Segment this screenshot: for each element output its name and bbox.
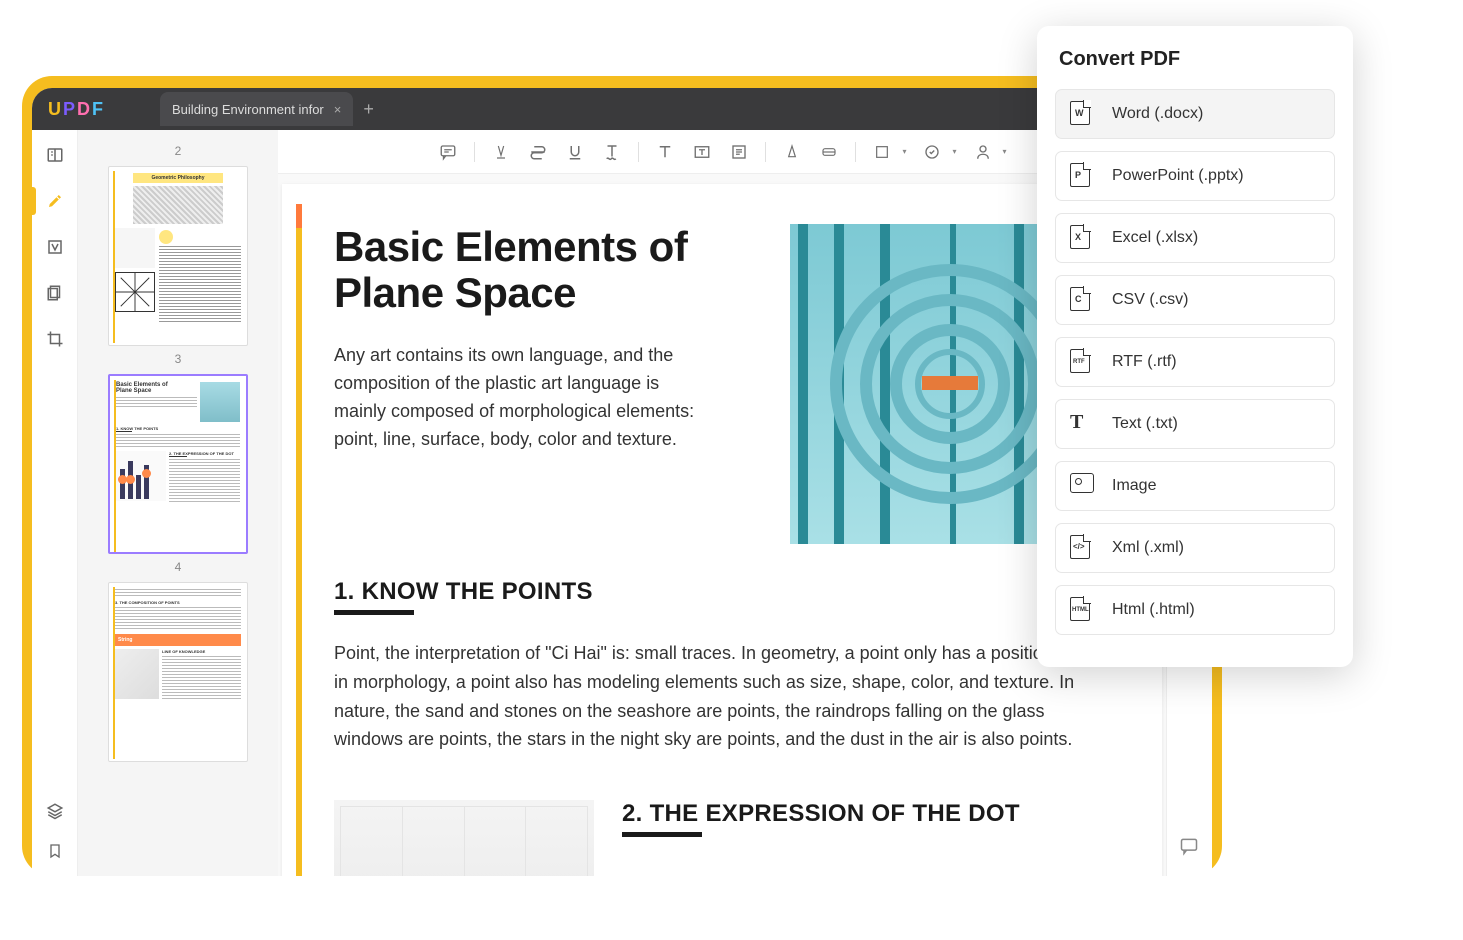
section-heading-2: 2. THE EXPRESSION OF THE DOT — [622, 800, 1110, 828]
convert-label-word: Word (.docx) — [1112, 105, 1203, 123]
signature-icon[interactable] — [972, 141, 994, 163]
document-view: ▾ ▾ ▾ Basic Elements of Plane Space Any … — [278, 130, 1166, 876]
thumbnail-panel[interactable]: 2 Geometric Philosophy — [78, 130, 278, 876]
comment-icon[interactable] — [437, 141, 459, 163]
thumbnail-page-3[interactable]: Basic Elements of Plane Space 1. KNOW TH… — [108, 374, 248, 554]
logo-d: D — [77, 99, 91, 120]
layers-icon[interactable] — [44, 800, 66, 822]
stamp-icon[interactable] — [921, 141, 943, 163]
thumbnail-page-2[interactable]: Geometric Philosophy — [108, 166, 248, 346]
convert-option-excel[interactable]: X Excel (.xlsx) — [1055, 213, 1335, 263]
edit-tool-icon[interactable] — [44, 236, 66, 258]
new-tab-button[interactable]: + — [363, 99, 374, 120]
xml-file-icon: </> — [1070, 535, 1094, 561]
section-heading-1: 1. KNOW THE POINTS — [334, 578, 1110, 606]
html-file-icon: HTML — [1070, 597, 1094, 623]
word-file-icon: W — [1070, 101, 1094, 127]
convert-pdf-panel: Convert PDF W Word (.docx) P PowerPoint … — [1037, 26, 1353, 667]
highlight-tool-icon[interactable] — [44, 190, 66, 212]
thumb3-title-b: Plane Space — [116, 388, 197, 394]
app-logo[interactable]: U P D F — [42, 99, 104, 120]
convert-option-xml[interactable]: </> Xml (.xml) — [1055, 523, 1335, 573]
pages-tool-icon[interactable] — [44, 282, 66, 304]
page-scroll[interactable]: Basic Elements of Plane Space Any art co… — [278, 174, 1166, 876]
convert-label-powerpoint: PowerPoint (.pptx) — [1112, 167, 1244, 185]
app-window: U P D F Building Environment infor × + — [32, 88, 1212, 876]
page-number-4: 4 — [78, 560, 278, 574]
document-tab[interactable]: Building Environment infor × — [160, 92, 353, 126]
shape-icon[interactable] — [871, 141, 893, 163]
convert-label-image: Image — [1112, 477, 1156, 495]
csv-file-icon: C — [1070, 287, 1094, 313]
page-number-2: 2 — [78, 144, 278, 158]
convert-label-xml: Xml (.xml) — [1112, 539, 1184, 557]
powerpoint-file-icon: P — [1070, 163, 1094, 189]
convert-label-html: Html (.html) — [1112, 601, 1195, 619]
convert-label-csv: CSV (.csv) — [1112, 291, 1188, 309]
chat-icon[interactable] — [1179, 836, 1201, 858]
convert-option-text[interactable]: T Text (.txt) — [1055, 399, 1335, 449]
main-area: 2 Geometric Philosophy — [32, 130, 1212, 876]
shape-dropdown-icon[interactable]: ▾ — [902, 147, 906, 156]
annotation-toolbar: ▾ ▾ ▾ — [278, 130, 1166, 174]
section-2-image — [334, 800, 594, 876]
thumb4-string: String — [115, 634, 241, 646]
convert-option-rtf[interactable]: RTF RTF (.rtf) — [1055, 337, 1335, 387]
signature-dropdown-icon[interactable]: ▾ — [1003, 147, 1007, 156]
convert-option-word[interactable]: W Word (.docx) — [1055, 89, 1335, 139]
logo-u: U — [48, 99, 62, 120]
page-number-3: 3 — [78, 352, 278, 366]
stamp-dropdown-icon[interactable]: ▾ — [952, 147, 956, 156]
convert-label-rtf: RTF (.rtf) — [1112, 353, 1177, 371]
convert-option-csv[interactable]: C CSV (.csv) — [1055, 275, 1335, 325]
left-rail — [32, 130, 78, 876]
convert-label-text: Text (.txt) — [1112, 415, 1178, 433]
doc-intro: Any art contains its own language, and t… — [334, 342, 714, 454]
crop-tool-icon[interactable] — [44, 328, 66, 350]
bookmark-icon[interactable] — [44, 840, 66, 862]
convert-option-image[interactable]: Image — [1055, 461, 1335, 511]
convert-panel-title: Convert PDF — [1059, 48, 1335, 71]
logo-f: F — [92, 99, 104, 120]
underline-icon[interactable] — [564, 141, 586, 163]
document-page: Basic Elements of Plane Space Any art co… — [282, 184, 1162, 876]
text-file-icon: T — [1070, 411, 1094, 437]
pencil-icon[interactable] — [781, 141, 803, 163]
convert-option-html[interactable]: HTML Html (.html) — [1055, 585, 1335, 635]
image-file-icon — [1070, 473, 1094, 499]
convert-label-excel: Excel (.xlsx) — [1112, 229, 1198, 247]
text-icon[interactable] — [654, 141, 676, 163]
squiggly-icon[interactable] — [601, 141, 623, 163]
eraser-icon[interactable] — [818, 141, 840, 163]
section-body-1: Point, the interpretation of "Ci Hai" is… — [334, 639, 1110, 754]
tab-title: Building Environment infor — [172, 102, 324, 117]
doc-title-line2: Plane Space — [334, 270, 762, 316]
excel-file-icon: X — [1070, 225, 1094, 251]
titlebar: U P D F Building Environment infor × + — [32, 88, 1212, 130]
rtf-file-icon: RTF — [1070, 349, 1094, 375]
strikethrough-icon[interactable] — [527, 141, 549, 163]
textbox-icon[interactable] — [691, 141, 713, 163]
note-icon[interactable] — [728, 141, 750, 163]
close-tab-icon[interactable]: × — [334, 102, 342, 117]
doc-title-line1: Basic Elements of — [334, 224, 762, 270]
thumbnail-page-4[interactable]: 3. THE COMPOSITION OF POINTS String LINE… — [108, 582, 248, 762]
logo-p: P — [63, 99, 76, 120]
reader-mode-icon[interactable] — [44, 144, 66, 166]
convert-option-powerpoint[interactable]: P PowerPoint (.pptx) — [1055, 151, 1335, 201]
thumb2-header: Geometric Philosophy — [133, 173, 223, 183]
highlight-icon[interactable] — [490, 141, 512, 163]
